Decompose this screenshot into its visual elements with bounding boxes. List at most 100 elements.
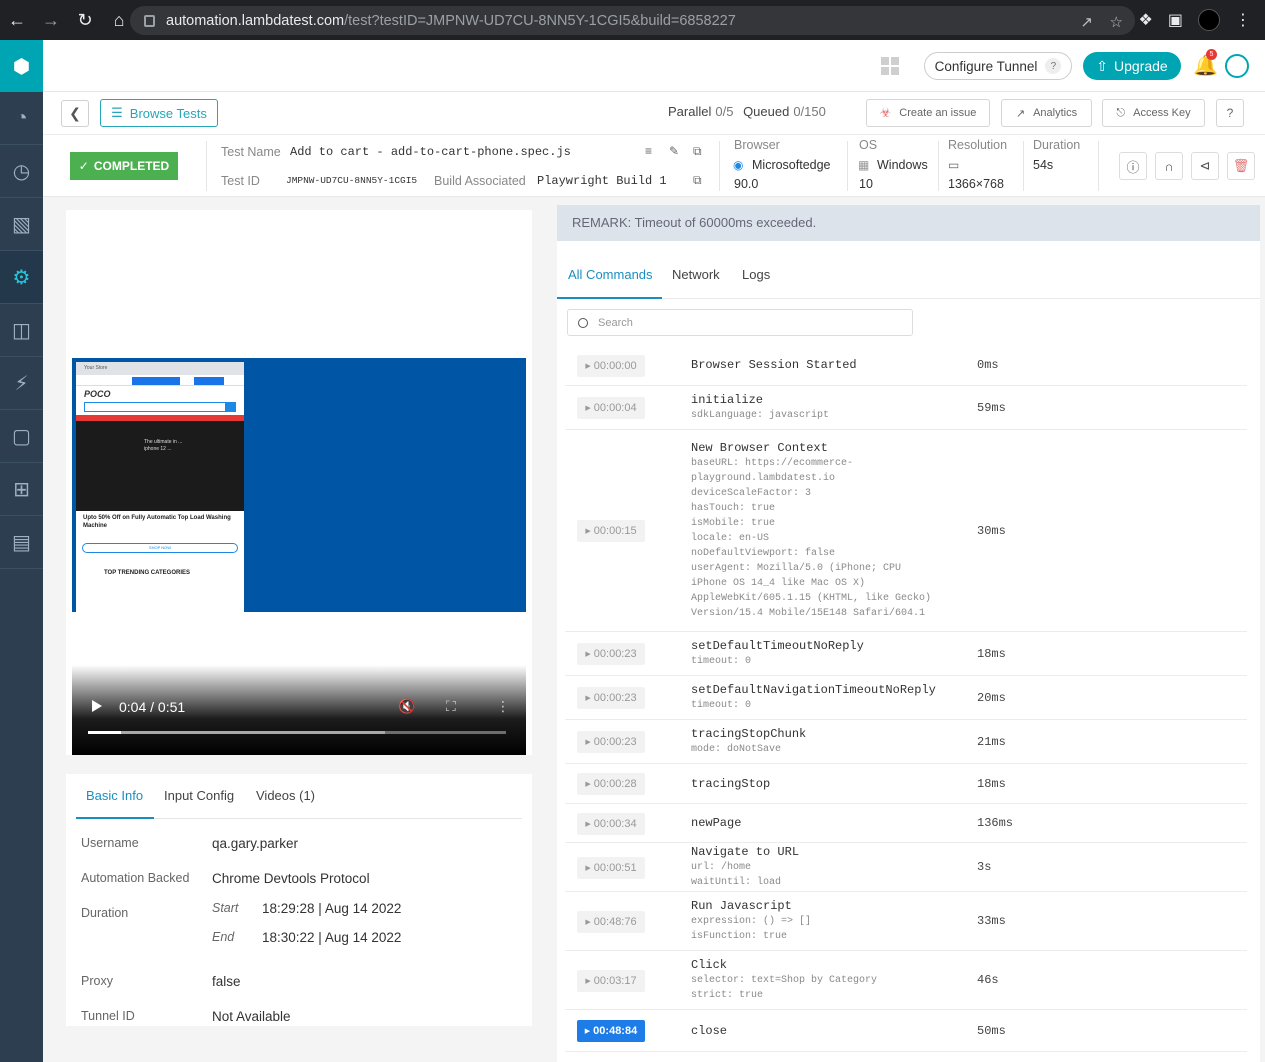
back-arrow-icon[interactable]: ← [0, 10, 34, 31]
build-name[interactable]: Playwright Build 1 [537, 174, 667, 188]
command-timestamp[interactable]: ▶ 00:00:28 [577, 773, 645, 795]
smartui-icon[interactable]: ▢ [0, 410, 43, 463]
command-timestamp[interactable]: ▶ 00:00:34 [577, 813, 645, 835]
command-timestamp[interactable]: ▶ 00:00:23 [577, 731, 645, 753]
browse-tests-label: Browse Tests [129, 105, 207, 121]
command-row[interactable]: ▶ 00:00:51 Navigate to URL url: /home waitU… [565, 843, 1247, 892]
play-icon: ▶ [585, 651, 591, 658]
command-row[interactable]: ▶ 00:00:28 tracingStop 18ms [565, 764, 1247, 804]
command-timestamp[interactable]: ▶ 00:00:51 [577, 857, 645, 879]
tab-basic-info[interactable]: Basic Info [86, 788, 143, 803]
play-icon: ▶ [585, 821, 591, 828]
configure-tunnel-button[interactable]: Configure Tunnel ? [924, 52, 1072, 80]
command-row[interactable]: ▶ 00:00:00 Browser Session Started 0ms [565, 345, 1247, 386]
command-row[interactable]: ▶ 00:48:84 close 50ms [565, 1010, 1247, 1052]
extensions-icon[interactable]: ❖ [1139, 10, 1153, 30]
delete-trash-icon[interactable]: 🗑 [1227, 152, 1255, 180]
command-row[interactable]: ▶ 00:00:23 setDefaultTimeoutNoReply timeout… [565, 632, 1247, 676]
play-icon: ▶ [585, 781, 591, 788]
command-row[interactable]: ▶ 00:00:23 setDefaultNavigationTimeoutNoRe… [565, 676, 1247, 720]
command-timestamp[interactable]: ▶ 00:48:76 [577, 911, 645, 933]
command-name: initialize [691, 393, 764, 407]
proxy-value: false [212, 974, 241, 989]
side-panel-icon[interactable]: ▣ [1168, 10, 1183, 30]
test-details-panel: Basic Info Input Config Videos (1) Usern… [66, 774, 532, 1026]
real-device-icon[interactable]: ▧ [0, 198, 43, 251]
realtime-clock-icon[interactable]: ◷ [0, 145, 43, 198]
divider [847, 141, 848, 191]
command-timestamp[interactable]: ▶ 00:00:15 [577, 520, 645, 542]
test-video[interactable]: Your Store POCO The ultimate in ... ipho… [72, 358, 526, 612]
command-row[interactable]: ▶ 00:00:04 initialize sdkLanguage: javascri… [565, 386, 1247, 430]
apps-grid-icon[interactable] [881, 57, 899, 75]
edit-pencil-icon[interactable]: ✎ [669, 144, 679, 158]
proxy-label: Proxy [81, 974, 113, 988]
play-icon[interactable] [92, 700, 102, 712]
command-duration: 59ms [977, 401, 1006, 415]
test-id: JMPNW-UD7CU-8NN5Y-1CGI5 [286, 175, 418, 186]
browse-tests-button[interactable]: ☰ Browse Tests [100, 99, 218, 127]
reload-icon[interactable]: ↻ [68, 10, 102, 31]
tab-input-config[interactable]: Input Config [164, 788, 234, 803]
command-timestamp[interactable]: ▶ 00:00:00 [577, 355, 645, 377]
fullscreen-icon[interactable]: ⛶ [446, 698, 456, 715]
phone-logo: POCO [84, 389, 111, 399]
notifications-bell-icon[interactable]: 🔔 5 [1193, 49, 1218, 78]
command-row[interactable]: ▶ 00:48:76 Run Javascript expression: () =>… [565, 892, 1247, 951]
more-options-icon[interactable]: ⋮ [496, 698, 510, 715]
help-button[interactable]: ? [1216, 99, 1244, 127]
command-row[interactable]: ▶ 00:03:17 Click selector: text=Shop by Cat… [565, 951, 1247, 1010]
command-name: Browser Session Started [691, 358, 857, 372]
buffered-bar [88, 731, 385, 734]
command-row[interactable]: ▶ 00:00:34 newPage 136ms [565, 804, 1247, 843]
rename-icon[interactable]: ≡ [645, 144, 652, 158]
analytics-button[interactable]: ↗ Analytics [1001, 99, 1092, 127]
share-star-icons[interactable]: ↗ ☆ [1080, 13, 1123, 31]
browser-name: Microsoftedge [752, 158, 831, 172]
command-timestamp[interactable]: ▶ 00:03:17 [577, 970, 645, 992]
profile-avatar[interactable] [1198, 9, 1220, 31]
hyperexecute-bolt-icon[interactable]: ⚡ [0, 357, 43, 410]
command-timestamp[interactable]: ▶ 00:00:23 [577, 687, 645, 709]
command-row[interactable]: ▶ 00:00:23 tracingStopChunk mode: doNotSave… [565, 720, 1247, 764]
copy-id-icon[interactable]: ⧉ [693, 173, 702, 188]
command-row[interactable]: ▶ 00:00:15 New Browser Context baseURL: htt… [565, 430, 1247, 632]
magnet-icon[interactable]: ∩ [1155, 152, 1183, 180]
configure-tunnel-label: Configure Tunnel [934, 58, 1038, 74]
command-duration: 18ms [977, 777, 1006, 791]
upgrade-button[interactable]: ⇧ Upgrade [1083, 52, 1181, 80]
command-search[interactable] [567, 309, 913, 336]
search-input[interactable] [598, 316, 898, 329]
command-name: close [691, 1024, 728, 1038]
share-icon[interactable]: ⊲ [1191, 152, 1219, 180]
command-name: New Browser Context [691, 441, 828, 455]
tab-all-commands[interactable]: All Commands [568, 267, 653, 282]
lambdatest-logo-icon[interactable]: ⬢ [0, 40, 43, 92]
command-timestamp[interactable]: ▶ 00:48:84 [577, 1020, 645, 1042]
tab-network[interactable]: Network [672, 267, 720, 282]
mute-icon[interactable]: 🔇 [398, 698, 415, 715]
back-button[interactable]: ❮ [61, 100, 89, 127]
visual-ui-icon[interactable]: ◫ [0, 304, 43, 357]
access-key-button[interactable]: ⎋ Access Key [1102, 99, 1205, 127]
dashboard-gauge-icon[interactable]: ◔ [0, 92, 43, 145]
integrations-icon[interactable]: ▤ [0, 516, 43, 569]
test-manager-plus-icon[interactable]: ⊞ [0, 463, 43, 516]
user-profile-icon[interactable] [1225, 54, 1249, 78]
tab-logs[interactable]: Logs [742, 267, 770, 282]
chrome-menu-icon[interactable]: ⋮ [1235, 10, 1251, 30]
forward-arrow-icon[interactable]: → [34, 10, 68, 31]
command-timestamp[interactable]: ▶ 00:00:04 [577, 397, 645, 419]
info-icon[interactable]: ⓘ [1119, 152, 1147, 180]
tab-videos[interactable]: Videos (1) [256, 788, 315, 803]
command-timestamp[interactable]: ▶ 00:00:23 [577, 643, 645, 665]
command-name: Click [691, 958, 728, 972]
address-bar[interactable]: automation.lambdatest.com/test?testID=JM… [130, 6, 1135, 35]
browser-label: Browser [734, 138, 780, 152]
command-name: setDefaultTimeoutNoReply [691, 639, 864, 653]
automation-robot-icon[interactable]: ⚙ [0, 251, 43, 304]
video-seek-bar[interactable] [88, 731, 506, 734]
create-issue-button[interactable]: ☣ Create an issue [866, 99, 990, 127]
end-label: End [212, 930, 235, 944]
copy-icon[interactable]: ⧉ [693, 144, 702, 159]
